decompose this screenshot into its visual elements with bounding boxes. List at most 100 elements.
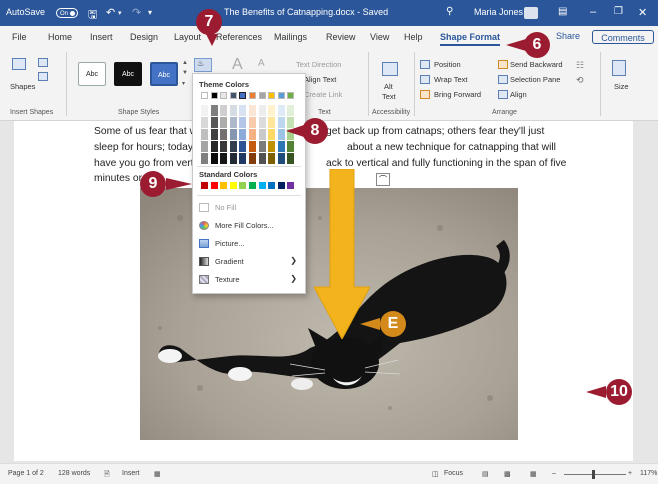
tab-shape-format[interactable]: Shape Format <box>440 32 501 46</box>
avatar[interactable] <box>524 7 538 19</box>
standard-color-swatch[interactable] <box>258 182 266 189</box>
shape-style-white[interactable]: Abc <box>78 62 106 86</box>
align-text-button[interactable]: Align Text <box>304 75 336 84</box>
text-box-icon[interactable] <box>38 72 48 81</box>
theme-shade-swatch[interactable] <box>201 129 208 140</box>
theme-shade-swatch[interactable] <box>220 141 228 152</box>
standard-color-swatch[interactable] <box>239 182 247 189</box>
theme-shade-swatch[interactable] <box>249 117 256 128</box>
theme-shade-swatch[interactable] <box>201 153 208 164</box>
tab-file[interactable]: File <box>12 32 27 42</box>
close-icon[interactable]: ✕ <box>638 6 647 19</box>
gradient-item[interactable]: Gradient ❯ <box>199 255 301 269</box>
theme-shade-swatch[interactable] <box>239 141 247 152</box>
theme-shade-swatch[interactable] <box>249 129 256 140</box>
shape-style-black[interactable]: Abc <box>114 62 142 86</box>
undo-icon[interactable]: ↶ <box>106 6 115 19</box>
zoom-level[interactable]: 117% <box>640 470 657 477</box>
theme-shade-swatch[interactable] <box>287 153 295 164</box>
theme-shade-swatch[interactable] <box>268 117 276 128</box>
theme-shade-swatch[interactable] <box>258 129 266 140</box>
print-layout-icon[interactable]: ▩ <box>504 470 511 478</box>
group-objects-icon[interactable]: ☷ <box>576 60 584 71</box>
alt-text-icon[interactable] <box>382 62 398 76</box>
theme-shade-swatch[interactable] <box>220 129 228 140</box>
theme-shade-swatch[interactable] <box>229 105 237 116</box>
more-fill-colors-item[interactable]: More Fill Colors... <box>199 219 301 233</box>
theme-shade-swatch[interactable] <box>239 129 247 140</box>
theme-shade-swatch[interactable] <box>258 105 266 116</box>
text-fill-icon[interactable]: A <box>258 58 265 69</box>
standard-color-swatch[interactable] <box>277 182 285 189</box>
save-icon[interactable]: 🖫 <box>88 6 97 25</box>
standard-color-swatch[interactable] <box>229 182 237 189</box>
page-count[interactable]: Page 1 of 2 <box>8 470 44 477</box>
bring-forward-button[interactable]: Bring Forward <box>434 90 481 99</box>
user-name[interactable]: Maria Jones <box>474 7 523 17</box>
zoom-out-icon[interactable]: – <box>552 470 556 477</box>
theme-color-swatch[interactable] <box>210 92 218 99</box>
theme-shade-swatch[interactable] <box>229 141 237 152</box>
shapes-label[interactable]: Shapes <box>10 82 35 91</box>
theme-color-swatch[interactable] <box>268 92 276 99</box>
autosave-toggle[interactable]: On <box>56 8 78 18</box>
theme-shade-swatch[interactable] <box>239 105 247 116</box>
theme-shade-swatch[interactable] <box>287 105 295 116</box>
theme-shade-swatch[interactable] <box>210 105 218 116</box>
tab-mailings[interactable]: Mailings <box>274 32 307 42</box>
theme-shade-swatch[interactable] <box>277 105 285 116</box>
theme-shade-swatch[interactable] <box>201 105 208 116</box>
document-page[interactable]: Some of us fear that w get back up from c… <box>14 121 633 461</box>
theme-shade-swatch[interactable] <box>268 129 276 140</box>
theme-shade-swatch[interactable] <box>229 153 237 164</box>
comments-button[interactable]: Comments <box>592 30 654 44</box>
wordart-icon[interactable]: A <box>232 56 243 74</box>
minimize-icon[interactable]: – <box>590 6 596 18</box>
web-layout-icon[interactable]: ▦ <box>530 470 537 478</box>
tab-home[interactable]: Home <box>48 32 72 42</box>
theme-shade-swatch[interactable] <box>229 117 237 128</box>
tab-layout[interactable]: Layout <box>174 32 201 42</box>
search-icon[interactable]: ⚲ <box>446 6 453 17</box>
theme-shade-swatch[interactable] <box>249 153 256 164</box>
theme-shade-swatch[interactable] <box>268 105 276 116</box>
alt-text-label-1[interactable]: Alt <box>384 82 393 91</box>
styles-scroll-up-icon[interactable]: ▲ <box>182 60 188 66</box>
share-button[interactable]: Share <box>556 31 580 41</box>
theme-shade-swatch[interactable] <box>277 129 285 140</box>
theme-shade-swatch[interactable] <box>258 141 266 152</box>
theme-shade-swatch[interactable] <box>210 117 218 128</box>
standard-color-swatch[interactable] <box>210 182 218 189</box>
theme-shade-swatch[interactable] <box>210 129 218 140</box>
tab-review[interactable]: Review <box>326 32 356 42</box>
position-button[interactable]: Position <box>434 60 461 69</box>
no-fill-item[interactable]: No Fill <box>199 201 301 215</box>
down-arrow-shape[interactable] <box>314 169 370 339</box>
theme-color-swatch[interactable] <box>220 92 228 99</box>
theme-shade-swatch[interactable] <box>210 153 218 164</box>
standard-color-swatch[interactable] <box>201 182 208 189</box>
shape-fill-button[interactable]: ♨ <box>194 58 212 72</box>
texture-item[interactable]: Texture ❯ <box>199 273 301 287</box>
customize-toolbar-icon[interactable]: ▾ <box>148 8 152 17</box>
tab-references[interactable]: References <box>216 32 262 42</box>
theme-shade-swatch[interactable] <box>277 117 285 128</box>
styles-more-icon[interactable]: ▾ <box>182 80 185 87</box>
shapes-icon[interactable] <box>12 58 26 70</box>
theme-color-swatch[interactable] <box>277 92 285 99</box>
zoom-slider[interactable] <box>564 474 626 475</box>
ribbon-display-icon[interactable]: ▤ <box>558 6 567 17</box>
theme-shade-swatch[interactable] <box>220 117 228 128</box>
undo-dropdown-icon[interactable]: ▾ <box>118 9 122 17</box>
insert-mode[interactable]: Insert <box>122 470 140 477</box>
theme-shade-swatch[interactable] <box>249 141 256 152</box>
layout-options-icon[interactable]: ⌒ <box>376 173 390 186</box>
standard-color-swatch[interactable] <box>249 182 256 189</box>
theme-shade-swatch[interactable] <box>239 117 247 128</box>
zoom-in-icon[interactable]: + <box>628 470 632 477</box>
alt-text-label-2[interactable]: Text <box>382 92 396 101</box>
rotate-icon[interactable]: ⟲ <box>576 75 584 86</box>
theme-shade-swatch[interactable] <box>268 153 276 164</box>
styles-scroll-down-icon[interactable]: ▼ <box>182 70 188 76</box>
read-mode-icon[interactable]: ▤ <box>482 470 489 478</box>
